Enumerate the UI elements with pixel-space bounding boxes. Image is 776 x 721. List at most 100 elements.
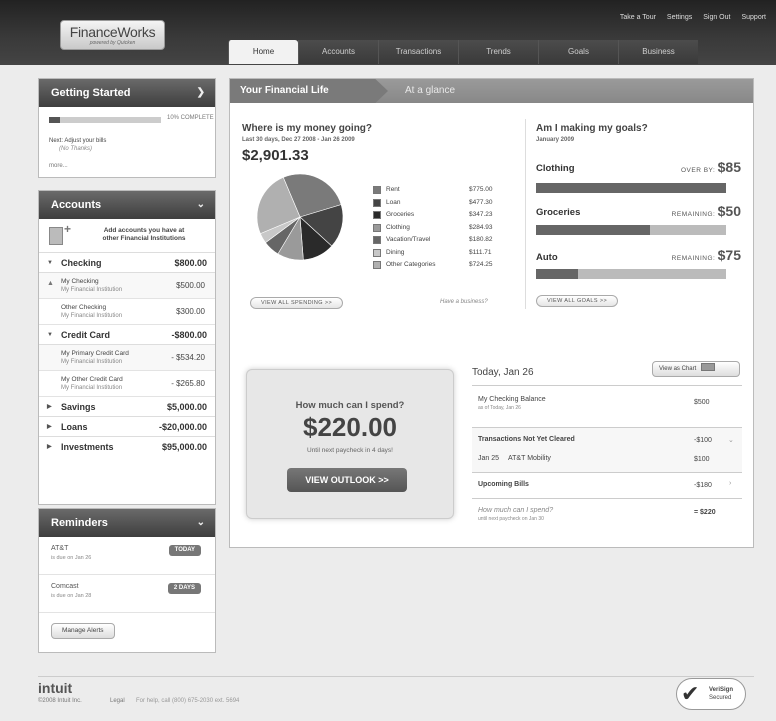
reminders-header[interactable]: Reminders ⌄ bbox=[39, 509, 215, 537]
spend-question: How much can I spend? bbox=[295, 400, 405, 411]
collapse-triangle-icon[interactable]: ▼ bbox=[47, 325, 53, 345]
financeworks-logo[interactable]: FinanceWorks powered by Quicken bbox=[60, 20, 165, 50]
reminder-badge: 2 DAYS bbox=[167, 583, 201, 594]
legend-item[interactable]: Groceries $347.23 bbox=[373, 210, 513, 221]
chevron-down-icon[interactable]: ⌄ bbox=[728, 436, 734, 444]
upcoming-label: Upcoming Bills bbox=[478, 481, 529, 488]
tab-transactions[interactable]: Transactions bbox=[378, 40, 458, 64]
goal-amount: $75 bbox=[717, 247, 741, 263]
intuit-logo[interactable]: intuit bbox=[38, 680, 72, 696]
chevron-down-icon[interactable]: ⌄ bbox=[197, 191, 205, 219]
getting-started-header[interactable]: Getting Started ❯ bbox=[39, 79, 215, 107]
legend-swatch bbox=[373, 198, 381, 207]
tab-goals[interactable]: Goals bbox=[538, 40, 618, 64]
have-business-link[interactable]: Have a business? bbox=[440, 299, 488, 305]
legend-item[interactable]: Vacation/Travel $180.82 bbox=[373, 235, 513, 246]
goal-amount: $50 bbox=[717, 203, 741, 219]
tx-date: Jan 25 bbox=[478, 455, 500, 462]
account-group-loans[interactable]: ▶ Loans -$20,000.00 bbox=[39, 417, 215, 437]
legend-item[interactable]: Rent $775.00 bbox=[373, 185, 513, 196]
accounts-header[interactable]: Accounts ⌄ bbox=[39, 191, 215, 219]
tab-trends[interactable]: Trends bbox=[458, 40, 538, 64]
footer-divider bbox=[38, 676, 754, 677]
support-link[interactable]: Support bbox=[741, 14, 766, 21]
legend-item[interactable]: Clothing $284.93 bbox=[373, 223, 513, 234]
sign-out-link[interactable]: Sign Out bbox=[703, 14, 730, 21]
not-cleared-label: Transactions Not Yet Cleared bbox=[478, 436, 575, 443]
tab-home[interactable]: Home bbox=[228, 40, 298, 64]
legend-label: Vacation/Travel bbox=[386, 236, 431, 243]
account-group-savings[interactable]: ▶ Savings $5,000.00 bbox=[39, 397, 215, 417]
manage-alerts-button[interactable]: Manage Alerts bbox=[51, 623, 115, 639]
copyright: ©2008 Intuit Inc. bbox=[38, 698, 82, 704]
no-thanks-link[interactable]: (No Thanks) bbox=[59, 146, 92, 152]
spending-total: $2,901.33 bbox=[242, 147, 309, 164]
account-group-credit-card[interactable]: ▼ Credit Card -$800.00 bbox=[39, 325, 215, 345]
goal-bar[interactable] bbox=[536, 225, 726, 235]
settings-link[interactable]: Settings bbox=[667, 14, 692, 21]
tab-at-a-glance[interactable]: At a glance bbox=[405, 79, 455, 103]
legend-swatch bbox=[373, 261, 381, 269]
account-other-checking[interactable]: Other Checking My Financial Institution … bbox=[39, 299, 215, 325]
checking-balance-row[interactable]: My Checking Balance as of Today, Jan 26 … bbox=[472, 385, 742, 421]
legend-value: $477.30 bbox=[469, 198, 493, 206]
account-group-investments[interactable]: ▶ Investments $95,000.00 bbox=[39, 437, 215, 457]
getting-started-title: Getting Started bbox=[51, 87, 131, 99]
reminder-badge: TODAY bbox=[168, 545, 201, 556]
legend-label: Clothing bbox=[386, 223, 410, 231]
add-accounts-row[interactable]: + Add accounts you have at other Financi… bbox=[39, 219, 215, 253]
tab-your-financial-life[interactable]: Your Financial Life bbox=[240, 79, 329, 103]
legend-item[interactable]: Loan $477.30 bbox=[373, 198, 513, 209]
view-as-chart-button[interactable]: View as Chart bbox=[652, 361, 740, 377]
reminder-item[interactable]: Comcast is due on Jan 28 2 DAYS bbox=[39, 575, 215, 613]
view-all-goals-button[interactable]: VIEW ALL GOALS >> bbox=[536, 295, 619, 307]
spending-pie-chart[interactable] bbox=[255, 172, 345, 262]
account-primary-credit[interactable]: My Primary Credit Card My Financial Inst… bbox=[39, 345, 215, 371]
view-outlook-button[interactable]: VIEW OUTLOOK >> bbox=[287, 468, 407, 492]
expand-triangle-icon[interactable]: ▶ bbox=[47, 397, 52, 417]
collapse-triangle-icon[interactable]: ▼ bbox=[47, 253, 53, 273]
legend-value: $284.93 bbox=[469, 223, 493, 231]
account-my-checking[interactable]: ▲ My Checking My Financial Institution $… bbox=[39, 273, 215, 299]
more-link[interactable]: more... bbox=[49, 163, 68, 169]
spending-title: Where is my money going? bbox=[242, 123, 373, 134]
expand-triangle-icon[interactable]: ▶ bbox=[47, 417, 52, 437]
goal-amount: $85 bbox=[717, 159, 741, 175]
plus-icon: + bbox=[64, 222, 72, 236]
progress-label: 10% COMPLETE bbox=[167, 115, 214, 121]
tab-business[interactable]: Business bbox=[618, 40, 698, 64]
account-group-checking[interactable]: ▼ Checking $800.00 bbox=[39, 253, 215, 273]
legend-label: Groceries bbox=[386, 211, 415, 218]
verisign-seal[interactable]: ✔ VeriSign Secured bbox=[676, 678, 746, 710]
chevron-right-icon[interactable]: ❯ bbox=[197, 79, 205, 107]
account-group-name: Investments bbox=[61, 442, 114, 452]
upcoming-bills-row[interactable]: Upcoming Bills -$180 › bbox=[472, 472, 742, 498]
how-much-row[interactable]: How much can I spend? until next paychec… bbox=[472, 498, 742, 528]
legend-label: Other Categories bbox=[386, 261, 436, 268]
next-step-label[interactable]: Next: Adjust your bills bbox=[49, 137, 106, 145]
account-group-amount: $95,000.00 bbox=[161, 442, 207, 452]
expand-triangle-icon[interactable]: ▶ bbox=[47, 437, 52, 457]
account-group-name: Credit Card bbox=[61, 330, 111, 340]
legend-item[interactable]: Other Categories $724.25 bbox=[373, 260, 513, 271]
account-other-credit[interactable]: My Other Credit Card My Financial Instit… bbox=[39, 371, 215, 397]
divider bbox=[525, 119, 526, 309]
goal-name: Auto bbox=[536, 252, 558, 263]
chevron-down-icon[interactable]: ⌄ bbox=[197, 509, 205, 537]
chevron-right-icon[interactable]: › bbox=[729, 480, 731, 487]
reminder-item[interactable]: AT&T is due on Jan 26 TODAY bbox=[39, 537, 215, 575]
legend-value: $111.71 bbox=[469, 248, 492, 256]
tab-accounts[interactable]: Accounts bbox=[298, 40, 378, 64]
legal-link[interactable]: Legal bbox=[110, 698, 125, 704]
account-group-amount: -$800.00 bbox=[171, 330, 207, 340]
legend-item[interactable]: Dining $111.71 bbox=[373, 248, 513, 259]
goal-bar[interactable] bbox=[536, 183, 726, 193]
take-tour-link[interactable]: Take a Tour bbox=[620, 14, 656, 21]
legend-label: Dining bbox=[386, 248, 405, 256]
not-cleared-row[interactable]: Transactions Not Yet Cleared -$100 ⌄ Jan… bbox=[472, 427, 742, 472]
goal-bar[interactable] bbox=[536, 269, 726, 279]
account-group-amount: -$20,000.00 bbox=[158, 422, 207, 432]
account-name: My Checking bbox=[61, 278, 99, 285]
view-all-spending-button[interactable]: VIEW ALL SPENDING >> bbox=[250, 297, 344, 309]
seal-line2: Secured bbox=[709, 695, 732, 701]
